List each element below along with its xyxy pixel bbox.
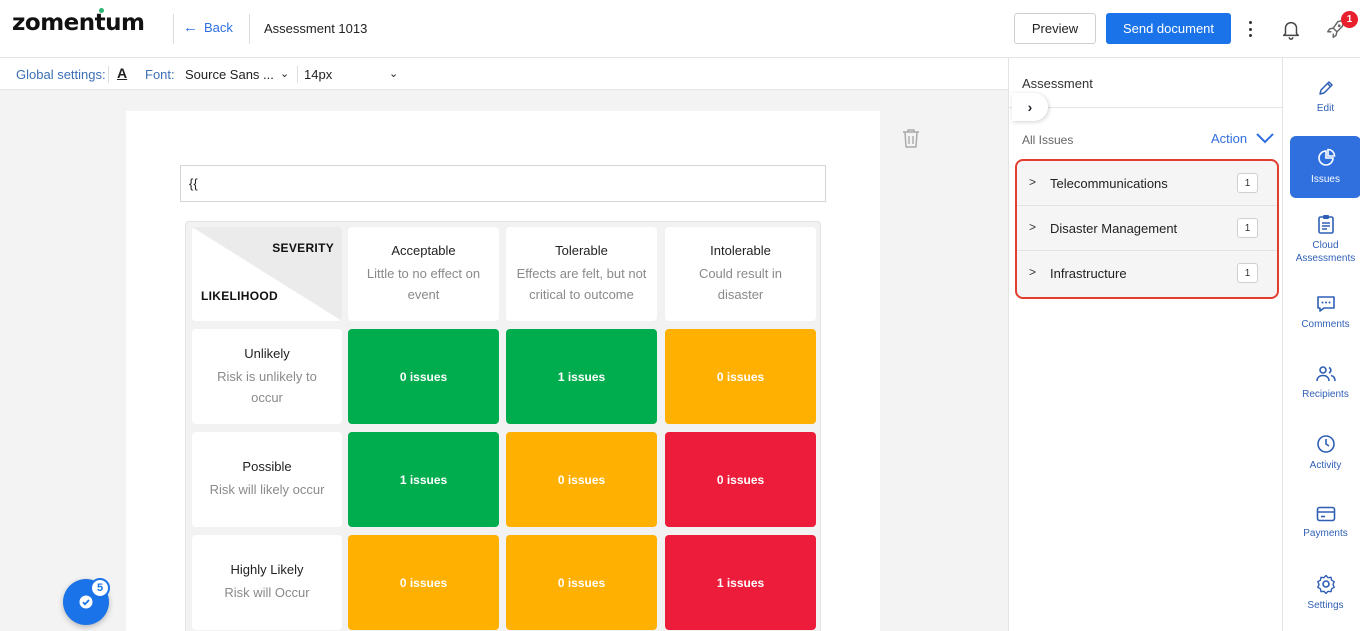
chevron-right-icon: > (1029, 175, 1037, 189)
risk-cell-unlikely-intolerable[interactable]: 0 issues (665, 329, 816, 424)
settings-divider (297, 66, 298, 83)
severity-axis-label: SEVERITY (272, 241, 334, 255)
panel-divider (1009, 107, 1283, 108)
risk-matrix: SEVERITY LIKELIHOOD Acceptable Little to… (185, 221, 821, 631)
chevron-right-icon: > (1029, 265, 1037, 279)
font-color-icon[interactable]: A (117, 65, 127, 81)
chevron-down-icon[interactable]: ⌄ (389, 67, 398, 80)
action-dropdown[interactable]: Action (1211, 131, 1247, 146)
issue-category-disaster-management[interactable]: > Disaster Management 1 (1017, 206, 1277, 251)
issue-count-badge: 1 (1237, 263, 1258, 283)
right-icon-rail: Edit Issues Cloud Assessments Comments R… (1282, 58, 1360, 631)
back-label: Back (204, 20, 233, 35)
check-circle-icon (79, 595, 93, 609)
rail-item-payments[interactable]: Payments (1290, 492, 1360, 554)
severity-header-intolerable: Intolerable Could result in disaster (665, 227, 816, 321)
font-size-select[interactable]: 14px (304, 67, 332, 82)
zomentum-logo[interactable]: zomentum (12, 10, 145, 36)
fab-count-badge: 5 (90, 578, 110, 598)
rail-item-recipients[interactable]: Recipients (1290, 352, 1360, 414)
trash-icon[interactable] (901, 127, 921, 149)
likelihood-header-unlikely: Unlikely Risk is unlikely to occur (192, 329, 342, 424)
rail-item-activity[interactable]: Activity (1290, 422, 1360, 484)
likelihood-header-possible: Possible Risk will likely occur (192, 432, 342, 527)
clock-icon (1316, 435, 1335, 453)
likelihood-axis-label: LIKELIHOOD (201, 289, 278, 303)
global-settings-label: Global settings: (16, 67, 106, 82)
chevron-right-icon: › (1027, 99, 1033, 115)
chevron-down-icon[interactable] (1256, 132, 1274, 144)
rail-item-edit[interactable]: Edit (1290, 66, 1360, 128)
settings-divider (108, 66, 109, 83)
risk-cell-highly-likely-acceptable[interactable]: 0 issues (348, 535, 499, 630)
pie-chart-icon (1317, 148, 1335, 166)
panel-collapse-button[interactable]: › (1012, 93, 1048, 121)
clipboard-icon (1317, 214, 1334, 234)
more-options-icon[interactable] (1244, 19, 1256, 39)
risk-cell-highly-likely-intolerable[interactable]: 1 issues (665, 535, 816, 630)
panel-title: Assessment (1022, 76, 1093, 91)
risk-cell-unlikely-acceptable[interactable]: 0 issues (348, 329, 499, 424)
chevron-down-icon[interactable]: ⌄ (280, 67, 289, 80)
matrix-corner-header: SEVERITY LIKELIHOOD (192, 227, 342, 321)
users-icon (1315, 366, 1336, 382)
font-label: Font: (145, 67, 175, 82)
comment-icon (1316, 296, 1335, 312)
likelihood-header-highly-likely: Highly Likely Risk will Occur (192, 535, 342, 630)
severity-header-tolerable: Tolerable Effects are felt, but not crit… (506, 227, 657, 321)
risk-cell-possible-acceptable[interactable]: 1 issues (348, 432, 499, 527)
bell-icon[interactable] (1280, 18, 1302, 40)
issue-category-telecommunications[interactable]: > Telecommunications 1 (1017, 161, 1277, 206)
risk-cell-possible-intolerable[interactable]: 0 issues (665, 432, 816, 527)
document-title: Assessment 1013 (264, 21, 368, 36)
risk-cell-unlikely-tolerable[interactable]: 1 issues (506, 329, 657, 424)
all-issues-label: All Issues (1022, 133, 1074, 147)
issue-count-badge: 1 (1237, 218, 1258, 238)
risk-cell-highly-likely-tolerable[interactable]: 0 issues (506, 535, 657, 630)
rail-item-cloud-assessments[interactable]: Cloud Assessments (1290, 206, 1360, 272)
gear-icon (1316, 574, 1335, 594)
global-settings-bar: Global settings: A Font: Source Sans ...… (0, 58, 1008, 90)
top-header: zomentum ← Back Assessment 1013 Preview … (0, 0, 1360, 58)
chevron-right-icon: > (1029, 220, 1037, 234)
assessment-panel: Assessment All Issues Action > Telecommu… (1008, 58, 1283, 631)
send-document-button[interactable]: Send document (1106, 13, 1231, 44)
rail-item-issues[interactable]: Issues (1290, 136, 1360, 198)
severity-header-acceptable: Acceptable Little to no effect on event (348, 227, 499, 321)
rail-item-settings[interactable]: Settings (1290, 562, 1360, 624)
preview-button[interactable]: Preview (1014, 13, 1096, 44)
notification-badge: 1 (1341, 11, 1358, 28)
header-divider (173, 14, 174, 44)
rail-item-comments[interactable]: Comments (1290, 282, 1360, 344)
risk-cell-possible-tolerable[interactable]: 0 issues (506, 432, 657, 527)
document-text-input[interactable] (180, 165, 826, 202)
font-family-select[interactable]: Source Sans ... (185, 67, 274, 82)
back-button[interactable]: ← Back (183, 20, 233, 35)
header-divider (249, 14, 250, 44)
pencil-icon (1318, 81, 1333, 95)
issue-category-infrastructure[interactable]: > Infrastructure 1 (1017, 251, 1277, 296)
issue-categories-list: > Telecommunications 1 > Disaster Manage… (1015, 159, 1279, 299)
card-icon (1316, 506, 1335, 522)
issue-count-badge: 1 (1237, 173, 1258, 193)
arrow-left-icon: ← (183, 19, 198, 36)
